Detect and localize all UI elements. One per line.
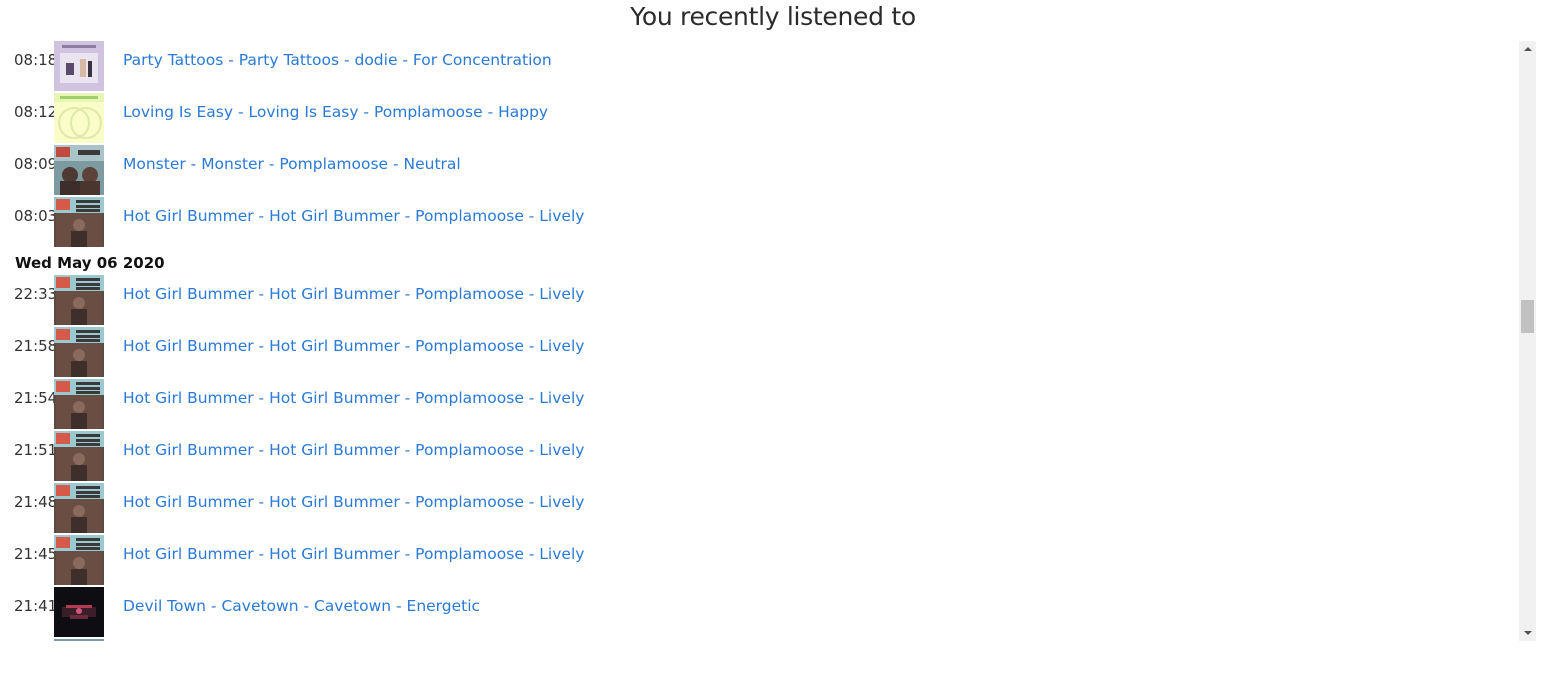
history-row: 21:58 Hot Girl Bummer - Hot Girl Bummer … [0, 327, 1518, 379]
play-time: 21:51 [14, 441, 58, 459]
track-link[interactable]: Hot Girl Bummer - Hot Girl Bummer - Pomp… [123, 206, 584, 226]
play-time: 08:12 [14, 103, 58, 121]
history-list-panel[interactable]: 08:18 Party Tattoos - Party Tattoos - do… [0, 41, 1536, 641]
album-cover[interactable] [54, 431, 104, 481]
track-link[interactable]: Hot Girl Bummer - Hot Girl Bummer - Pomp… [123, 544, 584, 564]
album-cover[interactable] [54, 145, 104, 195]
scroll-up-icon[interactable] [1524, 47, 1532, 51]
history-row: 21:51 Hot Girl Bummer - Hot Girl Bummer … [0, 431, 1518, 483]
play-time: 08:09 [14, 155, 58, 173]
history-row: 08:18 Party Tattoos - Party Tattoos - do… [0, 41, 1518, 93]
album-cover[interactable] [54, 327, 104, 377]
history-row: 08:03 Hot Girl Bummer - Hot Girl Bummer … [0, 197, 1518, 249]
track-link[interactable]: Hot Girl Bummer - Hot Girl Bummer - Pomp… [123, 284, 584, 304]
play-time: 21:48 [14, 493, 58, 511]
history-list: 08:18 Party Tattoos - Party Tattoos - do… [0, 41, 1518, 641]
track-link[interactable]: Hot Girl Bummer - Hot Girl Bummer - Pomp… [123, 492, 584, 512]
track-link[interactable]: Hot Girl Bummer - Hot Girl Bummer - Pomp… [123, 388, 584, 408]
history-row: 22:33 Hot Girl Bummer - Hot Girl Bummer … [0, 275, 1518, 327]
album-cover[interactable] [54, 197, 104, 247]
track-link[interactable]: Loving Is Easy - Loving Is Easy - Pompla… [123, 102, 548, 122]
album-cover[interactable] [54, 483, 104, 533]
album-cover[interactable] [54, 379, 104, 429]
play-time: 08:03 [14, 207, 58, 225]
history-row: 21:54 Hot Girl Bummer - Hot Girl Bummer … [0, 379, 1518, 431]
play-time: 21:45 [14, 545, 58, 563]
play-time: 21:54 [14, 389, 58, 407]
scroll-down-icon[interactable] [1524, 631, 1532, 635]
track-link[interactable]: Hot Girl Bummer - Hot Girl Bummer - Pomp… [123, 440, 584, 460]
date-heading: Wed May 06 2020 [0, 249, 1518, 275]
album-cover[interactable] [54, 587, 104, 637]
history-row: 21:41 Devil Town - Cavetown - Cavetown -… [0, 587, 1518, 639]
album-cover[interactable] [54, 41, 104, 91]
track-link[interactable]: Devil Town - Cavetown - Cavetown - Energ… [123, 596, 480, 616]
play-time: 08:18 [14, 51, 58, 69]
album-cover[interactable] [54, 93, 104, 143]
play-time: 21:41 [14, 597, 58, 615]
scrollbar[interactable] [1519, 41, 1536, 641]
history-row: 08:09 Monster - Monster - Pomplamoose - … [0, 145, 1518, 197]
page-title: You recently listened to [630, 2, 916, 31]
history-row: 21:45 Hot Girl Bummer - Hot Girl Bummer … [0, 535, 1518, 587]
history-row: 08:12 Loving Is Easy - Loving Is Easy - … [0, 93, 1518, 145]
album-cover[interactable] [54, 275, 104, 325]
history-row-partial [0, 639, 1518, 641]
scroll-thumb[interactable] [1521, 300, 1534, 333]
play-time: 22:33 [14, 285, 58, 303]
play-time: 21:58 [14, 337, 58, 355]
album-cover[interactable] [54, 535, 104, 585]
album-cover[interactable] [54, 639, 104, 641]
date-heading-text: Wed May 06 2020 [15, 254, 165, 272]
history-row: 21:48 Hot Girl Bummer - Hot Girl Bummer … [0, 483, 1518, 535]
track-link[interactable]: Hot Girl Bummer - Hot Girl Bummer - Pomp… [123, 336, 584, 356]
track-link[interactable]: Party Tattoos - Party Tattoos - dodie - … [123, 50, 552, 70]
track-link[interactable]: Monster - Monster - Pomplamoose - Neutra… [123, 154, 461, 174]
